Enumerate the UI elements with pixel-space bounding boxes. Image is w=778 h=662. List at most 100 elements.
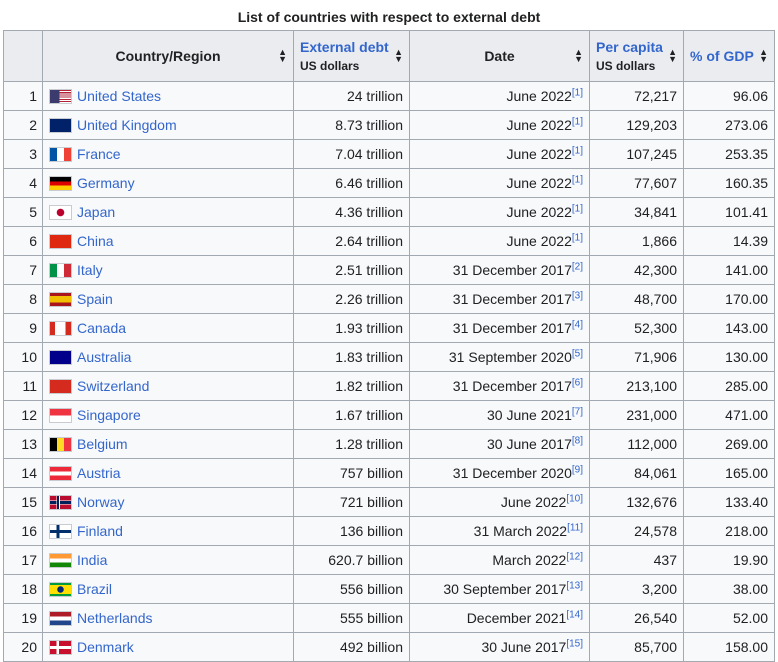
reference-link[interactable]: [12] — [566, 551, 583, 562]
sort-icon[interactable]: ▲ ▼ — [278, 48, 287, 64]
country-link[interactable]: Denmark — [77, 639, 134, 655]
date-value: 30 June 2021 — [487, 407, 572, 423]
per-capita-cell: 77,607 — [589, 168, 684, 198]
country-cell: United Kingdom — [42, 110, 294, 140]
gdp-cell: 14.39 — [683, 226, 775, 256]
country-link[interactable]: Germany — [77, 175, 135, 191]
reference-link[interactable]: [1] — [572, 203, 583, 214]
reference-link[interactable]: [5] — [572, 348, 583, 359]
reference-link[interactable]: [14] — [566, 609, 583, 620]
external-debt-header-link[interactable]: External debt — [300, 39, 403, 55]
reference-link[interactable]: [1] — [572, 174, 583, 185]
gdp-header-link[interactable]: % of GDP — [690, 48, 754, 64]
row-index: 13 — [3, 429, 43, 459]
date-value: June 2022 — [506, 175, 572, 191]
per-capita-cell: 213,100 — [589, 371, 684, 401]
reference-link[interactable]: [8] — [572, 435, 583, 446]
row-index: 17 — [3, 545, 43, 575]
country-link[interactable]: United Kingdom — [77, 117, 177, 133]
per-capita-cell: 72,217 — [589, 81, 684, 111]
per-capita-cell: 34,841 — [589, 197, 684, 227]
france-flag-icon — [49, 146, 72, 162]
reference-link[interactable]: [4] — [572, 319, 583, 330]
country-link[interactable]: Finland — [77, 523, 123, 539]
country-link[interactable]: Singapore — [77, 407, 141, 423]
date-cell: June 2022[1] — [409, 197, 590, 227]
country-link[interactable]: Australia — [77, 349, 131, 365]
table-caption: List of countries with respect to extern… — [237, 9, 541, 25]
country-header[interactable]: Country/Region ▲ ▼ — [42, 30, 294, 82]
per-capita-cell: 231,000 — [589, 400, 684, 430]
sort-icon[interactable]: ▲ ▼ — [668, 48, 677, 64]
reference-link[interactable]: [9] — [572, 464, 583, 475]
country-link[interactable]: Norway — [77, 494, 124, 510]
reference-link[interactable]: [1] — [572, 87, 583, 98]
reference-link[interactable]: [1] — [572, 232, 583, 243]
country-link[interactable]: Belgium — [77, 436, 128, 452]
country-link[interactable]: Switzerland — [77, 378, 149, 394]
table-row: 7 Italy 2.51 trillion 31 December 2017[2… — [3, 255, 775, 285]
country-link[interactable]: United States — [77, 88, 161, 104]
per-capita-cell: 26,540 — [589, 603, 684, 633]
reference-link[interactable]: [15] — [566, 638, 583, 649]
reference-link[interactable]: [3] — [572, 290, 583, 301]
per-capita-header-link[interactable]: Per capita — [596, 39, 677, 55]
reference-link[interactable]: [13] — [566, 580, 583, 591]
per-capita-cell: 112,000 — [589, 429, 684, 459]
external-debt-cell: 8.73 trillion — [293, 110, 410, 140]
date-cell: 30 June 2017[8] — [409, 429, 590, 459]
gdp-cell: 130.00 — [683, 342, 775, 372]
per-capita-cell: 3,200 — [589, 574, 684, 604]
date-header[interactable]: Date ▲ ▼ — [409, 30, 590, 82]
country-link[interactable]: Italy — [77, 262, 103, 278]
date-value: December 2021 — [466, 610, 567, 626]
belgium-flag-icon — [49, 436, 72, 452]
per-capita-cell: 52,300 — [589, 313, 684, 343]
date-value: 31 December 2020 — [452, 465, 572, 481]
table-row: 1 United States 24 trillion June 2022[1]… — [3, 81, 775, 111]
reference-link[interactable]: [7] — [572, 406, 583, 417]
external-debt-cell: 6.46 trillion — [293, 168, 410, 198]
external-debt-header[interactable]: External debt US dollars ▲ ▼ — [293, 30, 410, 82]
sort-icon[interactable]: ▲ ▼ — [759, 48, 768, 64]
gdp-cell: 52.00 — [683, 603, 775, 633]
country-cell: Germany — [42, 168, 294, 198]
gdp-cell: 160.35 — [683, 168, 775, 198]
table-row: 14 Austria 757 billion 31 December 2020[… — [3, 458, 775, 488]
per-capita-cell: 71,906 — [589, 342, 684, 372]
country-link[interactable]: Spain — [77, 291, 113, 307]
reference-link[interactable]: [2] — [572, 261, 583, 272]
date-value: June 2022 — [500, 494, 567, 510]
reference-link[interactable]: [10] — [566, 493, 583, 504]
per-capita-header[interactable]: Per capita US dollars ▲ ▼ — [589, 30, 684, 82]
table-row: 16 Finland 136 billion 31 March 2022[11]… — [3, 516, 775, 546]
date-cell: June 2022[1] — [409, 168, 590, 198]
country-cell: China — [42, 226, 294, 256]
reference-link[interactable]: [1] — [572, 145, 583, 156]
table-row: 9 Canada 1.93 trillion 31 December 2017[… — [3, 313, 775, 343]
sort-icon[interactable]: ▲ ▼ — [574, 48, 583, 64]
row-index: 14 — [3, 458, 43, 488]
reference-link[interactable]: [1] — [572, 116, 583, 127]
country-link[interactable]: Netherlands — [77, 610, 153, 626]
china-flag-icon — [49, 233, 72, 249]
country-link[interactable]: France — [77, 146, 121, 162]
country-cell: Canada — [42, 313, 294, 343]
country-link[interactable]: Japan — [77, 204, 115, 220]
gdp-cell: 143.00 — [683, 313, 775, 343]
date-cell: June 2022[1] — [409, 139, 590, 169]
country-link[interactable]: Austria — [77, 465, 121, 481]
reference-link[interactable]: [11] — [567, 522, 583, 533]
row-index: 15 — [3, 487, 43, 517]
canada-flag-icon — [49, 320, 72, 336]
country-link[interactable]: India — [77, 552, 107, 568]
sort-icon[interactable]: ▲ ▼ — [394, 48, 403, 64]
country-link[interactable]: China — [77, 233, 114, 249]
gdp-cell: 218.00 — [683, 516, 775, 546]
external-debt-cell: 2.64 trillion — [293, 226, 410, 256]
gdp-cell: 19.90 — [683, 545, 775, 575]
gdp-header[interactable]: % of GDP ▲ ▼ — [683, 30, 775, 82]
reference-link[interactable]: [6] — [572, 377, 583, 388]
country-link[interactable]: Canada — [77, 320, 126, 336]
country-link[interactable]: Brazil — [77, 581, 112, 597]
